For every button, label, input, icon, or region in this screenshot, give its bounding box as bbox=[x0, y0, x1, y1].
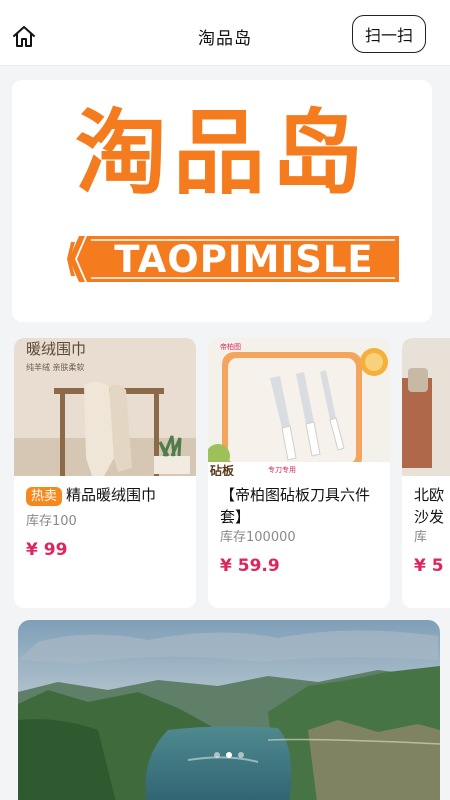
product-stock: 库 bbox=[414, 530, 428, 545]
scarf-image-subtitle: 纯羊绒 亲肤柔软 bbox=[26, 362, 85, 372]
product-carousel[interactable]: 暖绒围巾 纯羊绒 亲肤柔软 热卖 精品暖绒围巾 库存100 ¥ 99 帝柏图 砧… bbox=[0, 338, 450, 610]
logo-chinese-text: 淘品岛 bbox=[74, 100, 369, 207]
product-name: 【帝柏图砧板刀具六件套】 bbox=[220, 486, 371, 526]
svg-text:帝柏图: 帝柏图 bbox=[220, 342, 241, 351]
hot-tag: 热卖 bbox=[26, 487, 63, 506]
scarf-image-title: 暖绒围巾 bbox=[26, 340, 86, 358]
carousel-dot[interactable] bbox=[238, 752, 244, 758]
carousel-indicator bbox=[18, 752, 440, 758]
brand-logo-banner: 淘品岛 TAOPIMISLE bbox=[12, 80, 432, 322]
product-name: 北欧沙发 bbox=[414, 486, 445, 526]
promo-banner-carousel[interactable] bbox=[18, 620, 440, 800]
product-image-sofa bbox=[402, 338, 450, 476]
landscape-image bbox=[18, 620, 440, 800]
product-stock: 库存100000 bbox=[220, 530, 296, 545]
carousel-dot[interactable] bbox=[214, 752, 220, 758]
top-bar: 淘品岛 扫一扫 bbox=[0, 0, 450, 66]
product-price: ¥ 5 bbox=[414, 556, 444, 576]
product-price: ¥ 59.9 bbox=[220, 556, 280, 576]
knife-image-title: 砧板 bbox=[210, 463, 235, 476]
product-card[interactable]: 北欧沙发 库 ¥ 5 bbox=[402, 338, 450, 608]
product-image-knife-set: 帝柏图 砧板 专刀专用 bbox=[208, 338, 390, 476]
product-stock: 库存100 bbox=[26, 514, 77, 529]
product-card[interactable]: 帝柏图 砧板 专刀专用 【帝柏图砧板刀具六件套】 库存100000 ¥ 59.9 bbox=[208, 338, 390, 608]
carousel-dot-active[interactable] bbox=[226, 752, 232, 758]
logo-english-text: TAOPIMISLE bbox=[114, 237, 374, 281]
scan-button[interactable]: 扫一扫 bbox=[352, 15, 426, 53]
product-title: 精品暖绒围巾 bbox=[66, 486, 157, 504]
product-name: 热卖 精品暖绒围巾 bbox=[26, 484, 186, 506]
product-image-scarf: 暖绒围巾 纯羊绒 亲肤柔软 bbox=[14, 338, 196, 476]
knife-image-subtitle: 专刀专用 bbox=[268, 465, 296, 474]
product-card[interactable]: 暖绒围巾 纯羊绒 亲肤柔软 热卖 精品暖绒围巾 库存100 ¥ 99 bbox=[14, 338, 196, 608]
logo-ribbon: TAOPIMISLE bbox=[67, 232, 399, 286]
product-price: ¥ 99 bbox=[26, 540, 68, 560]
